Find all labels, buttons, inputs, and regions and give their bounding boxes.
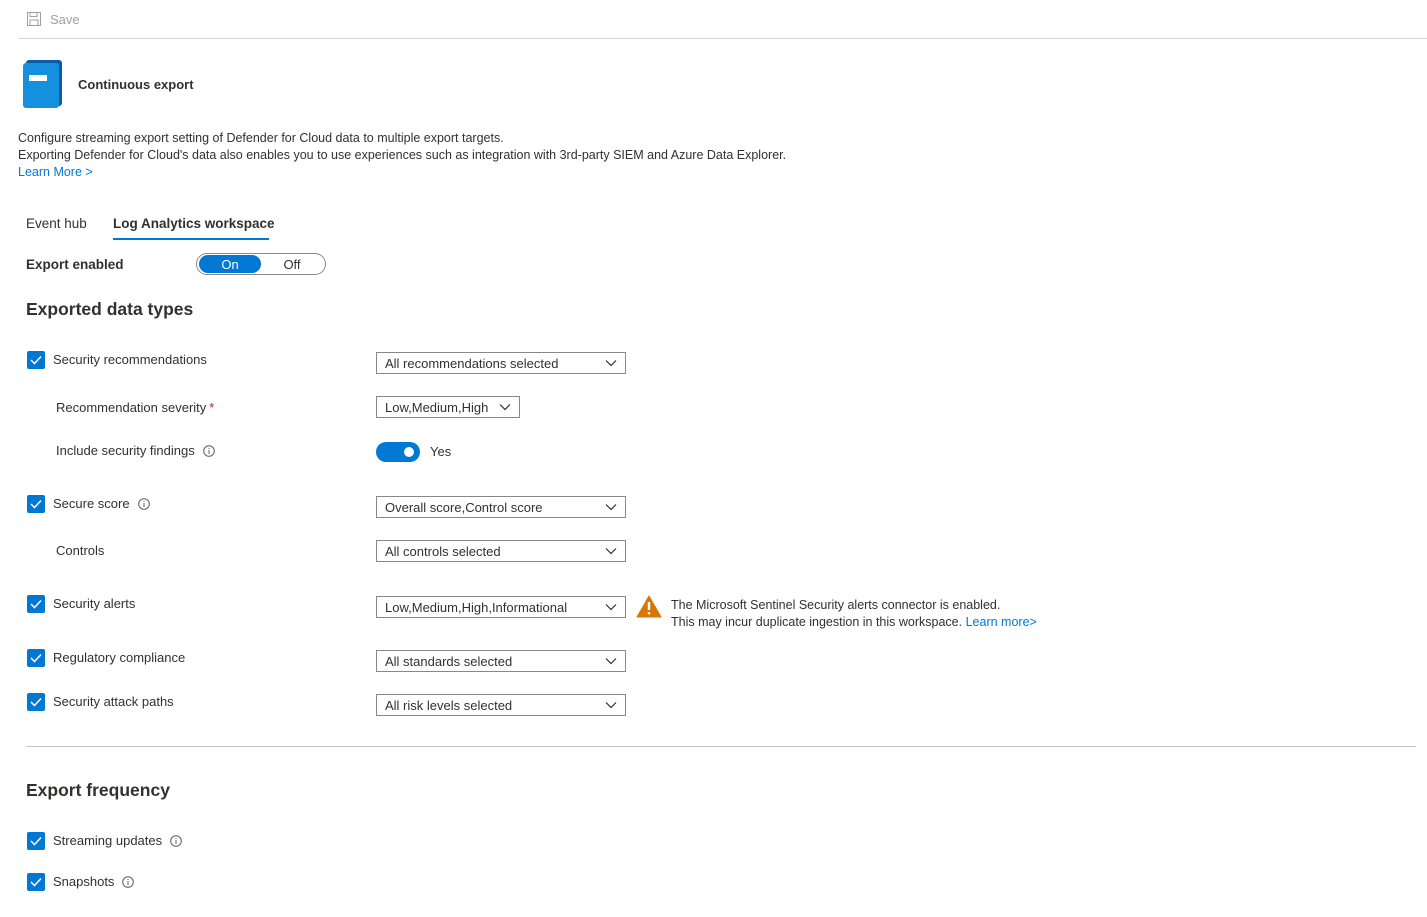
required-indicator: * bbox=[209, 400, 215, 415]
description: Configure streaming export setting of De… bbox=[18, 130, 786, 181]
learn-more-link[interactable]: Learn More > bbox=[18, 165, 93, 179]
include-findings-toggle[interactable] bbox=[376, 442, 420, 462]
checkmark-icon bbox=[30, 877, 42, 887]
secure-score-checkbox[interactable] bbox=[27, 495, 45, 513]
tab-event-hub[interactable]: Event hub bbox=[26, 216, 87, 231]
page-title: Continuous export bbox=[78, 77, 194, 92]
export-frequency-heading: Export frequency bbox=[26, 780, 170, 800]
chevron-down-icon bbox=[499, 404, 511, 411]
checkmark-icon bbox=[30, 697, 42, 707]
continuous-export-icon bbox=[22, 60, 64, 113]
checkmark-icon bbox=[30, 599, 42, 609]
security-recommendations-checkbox[interactable] bbox=[27, 351, 45, 369]
controls-dropdown[interactable]: All controls selected bbox=[376, 540, 626, 562]
description-line-1: Configure streaming export setting of De… bbox=[18, 131, 504, 145]
include-findings-toggle-label: Yes bbox=[430, 444, 452, 459]
section-divider bbox=[26, 746, 1416, 747]
chevron-down-icon bbox=[605, 504, 617, 511]
sentinel-warning-message: The Microsoft Sentinel Security alerts c… bbox=[671, 597, 1037, 631]
save-icon bbox=[26, 11, 42, 27]
checkmark-icon bbox=[30, 499, 42, 509]
recommendation-severity-label: Recommendation severity * bbox=[56, 400, 215, 415]
checkmark-icon bbox=[30, 836, 42, 846]
regulatory-compliance-dropdown[interactable]: All standards selected bbox=[376, 650, 626, 672]
security-alerts-checkbox[interactable] bbox=[27, 595, 45, 613]
chevron-down-icon bbox=[605, 548, 617, 555]
chevron-down-icon bbox=[605, 604, 617, 611]
recommendation-severity-dropdown[interactable]: Low,Medium,High bbox=[376, 396, 520, 418]
regulatory-compliance-checkbox[interactable] bbox=[27, 649, 45, 667]
description-line-2: Exporting Defender for Cloud's data also… bbox=[18, 148, 787, 162]
info-icon bbox=[137, 497, 150, 510]
tab-log-analytics-workspace[interactable]: Log Analytics workspace bbox=[113, 216, 275, 231]
active-tab-indicator bbox=[113, 238, 269, 240]
info-icon bbox=[202, 444, 215, 457]
warning-line-1: The Microsoft Sentinel Security alerts c… bbox=[671, 598, 1001, 612]
streaming-updates-checkbox[interactable] bbox=[27, 832, 45, 850]
attack-paths-label: Security attack paths bbox=[53, 694, 174, 709]
checkmark-icon bbox=[30, 653, 42, 663]
save-button[interactable]: Save bbox=[26, 11, 80, 27]
streaming-updates-label: Streaming updates bbox=[53, 833, 182, 848]
save-label: Save bbox=[50, 11, 80, 27]
export-on-option[interactable]: On bbox=[199, 255, 261, 273]
chevron-down-icon bbox=[605, 360, 617, 367]
checkmark-icon bbox=[30, 355, 42, 365]
exported-data-types-heading: Exported data types bbox=[26, 299, 194, 319]
info-icon bbox=[170, 834, 182, 847]
export-enabled-switch: On Off bbox=[196, 253, 326, 275]
recommendations-dropdown[interactable]: All recommendations selected bbox=[376, 352, 626, 374]
export-off-option[interactable]: Off bbox=[261, 255, 323, 273]
security-alerts-label: Security alerts bbox=[53, 596, 136, 611]
info-icon bbox=[122, 875, 135, 888]
secure-score-dropdown[interactable]: Overall score,Control score bbox=[376, 496, 626, 518]
warning-line-2: This may incur duplicate ingestion in th… bbox=[671, 615, 963, 629]
security-alerts-dropdown[interactable]: Low,Medium,High,Informational bbox=[376, 596, 626, 618]
warning-learn-more-link[interactable]: Learn more> bbox=[966, 615, 1037, 629]
export-enabled-label: Export enabled bbox=[26, 257, 124, 272]
chevron-down-icon bbox=[605, 702, 617, 709]
warning-icon bbox=[636, 595, 662, 623]
attack-paths-checkbox[interactable] bbox=[27, 693, 45, 711]
chevron-down-icon bbox=[605, 658, 617, 665]
snapshots-label: Snapshots bbox=[53, 874, 135, 889]
security-recommendations-label: Security recommendations bbox=[53, 352, 207, 367]
regulatory-compliance-label: Regulatory compliance bbox=[53, 650, 186, 665]
attack-paths-dropdown[interactable]: All risk levels selected bbox=[376, 694, 626, 716]
include-findings-label: Include security findings bbox=[56, 443, 215, 458]
command-bar: Save bbox=[18, 0, 1427, 39]
snapshots-checkbox[interactable] bbox=[27, 873, 45, 891]
secure-score-label: Secure score bbox=[53, 496, 150, 511]
controls-label: Controls bbox=[56, 543, 105, 558]
